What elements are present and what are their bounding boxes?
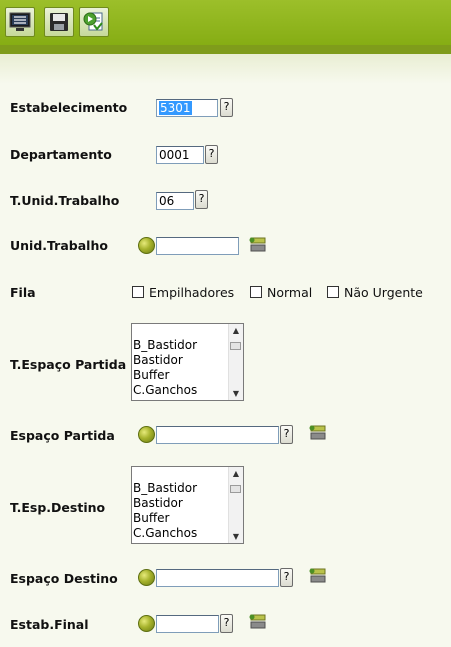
empilhadores-checkbox[interactable] [132,286,144,298]
scroll-thumb[interactable] [230,342,241,350]
t-esp-destino-listbox[interactable]: B_Bastidor Bastidor Buffer C.Ganchos ▲ ▼ [131,466,244,544]
listbox-scrollbar[interactable]: ▲ ▼ [228,467,243,543]
scroll-down-icon[interactable]: ▼ [229,387,243,400]
status-dot-icon [138,237,155,254]
espaco-partida-help-button[interactable]: ? [280,425,293,444]
status-dot-icon [138,615,155,632]
scroll-thumb[interactable] [230,485,241,493]
t-unid-trabalho-label: T.Unid.Trabalho [10,193,120,208]
empilhadores-label: Empilhadores [149,285,235,300]
menu-button[interactable] [5,7,35,37]
list-item[interactable]: Bastidor [133,496,197,511]
lookup-list-icon[interactable] [248,236,268,254]
list-item[interactable]: B_Bastidor [133,481,197,496]
nao-urgente-checkbox[interactable] [327,286,339,298]
list-item[interactable]: Buffer [133,511,197,526]
normal-label: Normal [267,285,313,300]
unid-trabalho-input[interactable] [156,237,239,255]
espaco-destino-input[interactable] [156,569,279,587]
list-item[interactable]: Buffer [133,368,197,383]
listbox-scrollbar[interactable]: ▲ ▼ [228,324,243,400]
estab-final-input[interactable] [156,615,219,633]
scroll-up-icon[interactable]: ▲ [229,467,243,480]
lookup-list-icon[interactable] [248,613,268,631]
estabelecimento-label: Estabelecimento [10,100,128,115]
espaco-partida-input[interactable] [156,426,279,444]
departamento-input[interactable]: 0001 [156,146,204,164]
normal-checkbox[interactable] [250,286,262,298]
t-espaco-partida-listbox[interactable]: B_Bastidor Bastidor Buffer C.Ganchos ▲ ▼ [131,323,244,401]
unid-trabalho-label: Unid.Trabalho [10,238,108,253]
toolbar [0,0,451,45]
espaco-destino-label: Espaço Destino [10,571,118,586]
execute-button[interactable] [79,7,109,37]
fila-label: Fila [10,285,36,300]
list-item[interactable]: B_Bastidor [133,338,197,353]
estab-final-help-button[interactable]: ? [220,614,233,633]
t-unid-trabalho-input[interactable]: 06 [156,192,194,210]
status-dot-icon [138,569,155,586]
estabelecimento-input[interactable]: 5301 [156,99,218,117]
departamento-label: Departamento [10,147,112,162]
departamento-help-button[interactable]: ? [205,145,218,164]
t-esp-destino-label: T.Esp.Destino [10,500,106,515]
t-espaco-partida-label: T.Espaço Partida [10,357,127,372]
scroll-down-icon[interactable]: ▼ [229,530,243,543]
estab-final-label: Estab.Final [10,617,89,632]
execute-document-icon [83,12,103,31]
save-button[interactable] [44,7,74,37]
espaco-destino-help-button[interactable]: ? [280,568,293,587]
estabelecimento-help-button[interactable]: ? [220,98,233,117]
espaco-partida-label: Espaço Partida [10,428,115,443]
status-dot-icon [138,426,155,443]
nao-urgente-label: Não Urgente [344,285,423,300]
list-item[interactable]: C.Ganchos [133,526,197,541]
monitor-menu-icon [9,12,31,31]
t-unid-trabalho-help-button[interactable]: ? [195,190,208,209]
save-disk-icon [50,13,68,31]
list-item[interactable]: Bastidor [133,353,197,368]
toolbar-divider [0,45,451,54]
list-item[interactable]: C.Ganchos [133,383,197,398]
lookup-list-icon[interactable] [308,424,328,442]
lookup-list-icon[interactable] [308,567,328,585]
scroll-up-icon[interactable]: ▲ [229,324,243,337]
header-fade [0,54,451,84]
